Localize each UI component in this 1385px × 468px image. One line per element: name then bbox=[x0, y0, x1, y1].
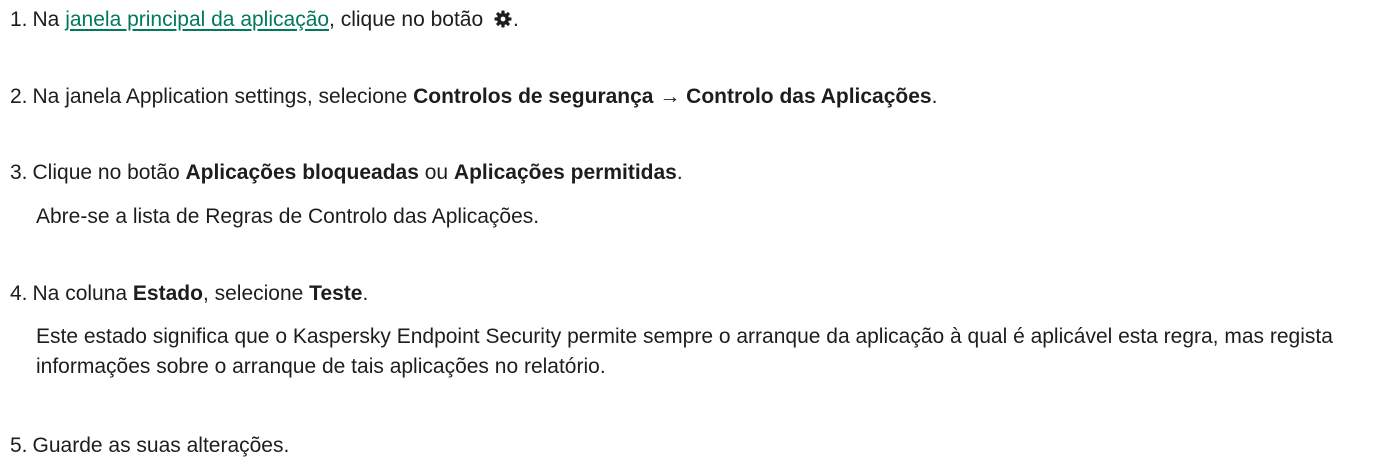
main-window-link[interactable]: janela principal da aplicação bbox=[65, 8, 329, 31]
step-text: Na janela Application settings, selecion… bbox=[32, 85, 414, 108]
step-number: 5. bbox=[10, 434, 28, 457]
step-4-note: Este estado significa que o Kaspersky En… bbox=[36, 325, 1333, 378]
instruction-steps: 1. Na janela principal da aplicação, cliq… bbox=[0, 0, 1385, 468]
step-number: 4. bbox=[10, 282, 28, 305]
step-text: Na bbox=[32, 8, 66, 31]
step-text: , selecione bbox=[202, 282, 310, 305]
step-text: . bbox=[362, 282, 369, 305]
gear-icon bbox=[493, 8, 513, 28]
step-text: . bbox=[931, 85, 938, 108]
step-5: 5. Guarde as suas alterações. bbox=[10, 431, 289, 461]
application-control-label: Controlo das Aplicações bbox=[686, 85, 932, 108]
step-3: 3. Clique no botão Aplicações bloqueadas … bbox=[10, 158, 683, 188]
step-text: . bbox=[513, 8, 519, 31]
step-number: 2. bbox=[10, 85, 28, 108]
step-2: 2. Na janela Application settings, seleci… bbox=[10, 82, 937, 112]
step-number: 3. bbox=[10, 161, 28, 184]
step-3-note: Abre-se a lista de Regras de Controlo da… bbox=[36, 205, 540, 228]
test-status-label: Teste bbox=[309, 282, 363, 305]
security-controls-label: Controlos de segurança bbox=[413, 85, 654, 108]
step-text: ou bbox=[418, 161, 454, 184]
step-4: 4. Na coluna Estado, selecione Teste. bbox=[10, 279, 368, 309]
step-number: 1. bbox=[10, 8, 28, 31]
arrow-separator: → bbox=[653, 85, 687, 108]
step-text: Guarde as suas alterações. bbox=[32, 434, 290, 457]
step-text: Na coluna bbox=[32, 282, 133, 305]
status-column-label: Estado bbox=[132, 282, 203, 305]
step-text: , clique no botão bbox=[329, 8, 489, 31]
step-1: 1. Na janela principal da aplicação, cliq… bbox=[10, 5, 519, 35]
blocked-apps-label: Aplicações bloqueadas bbox=[185, 161, 419, 184]
allowed-apps-label: Aplicações permitidas bbox=[453, 161, 677, 184]
step-text: Clique no botão bbox=[32, 161, 186, 184]
step-text: . bbox=[676, 161, 683, 184]
